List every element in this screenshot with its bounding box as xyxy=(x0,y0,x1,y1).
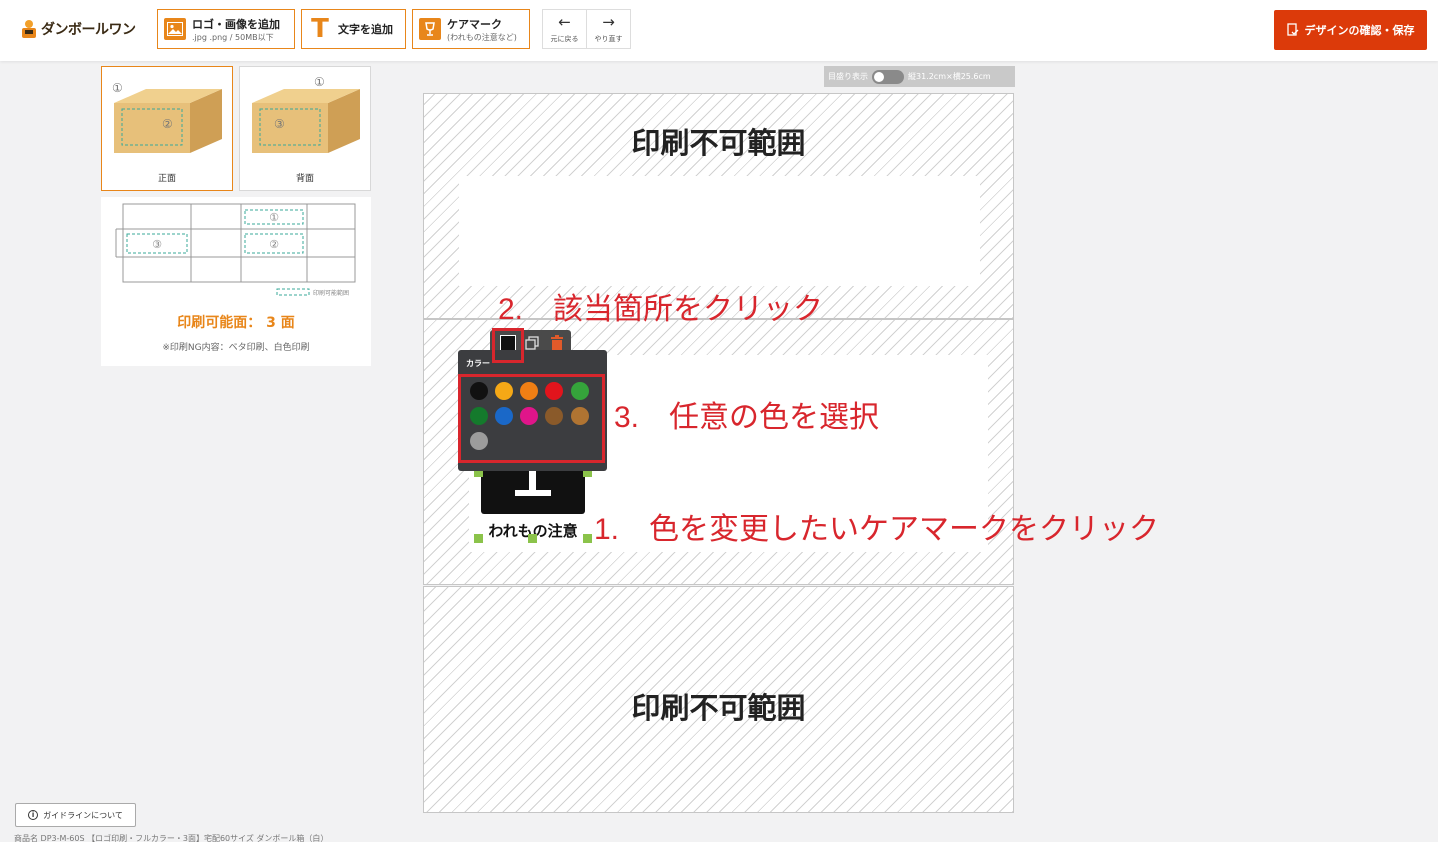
app-header: ダンボールワン ロゴ・画像を追加 .jpg .png / 50MB以下 T 文字… xyxy=(0,0,1438,61)
redo-button[interactable]: → やり直す xyxy=(586,10,630,48)
fragile-icon xyxy=(419,18,441,40)
face-number-2: ② xyxy=(162,117,173,131)
history-controls: ← 元に戻る → やり直す xyxy=(542,9,631,49)
undo-label: 元に戻る xyxy=(550,34,579,43)
guideline-button[interactable]: i ガイドラインについて xyxy=(15,803,136,827)
svg-text:①: ① xyxy=(269,211,279,224)
print-ng-note: ※印刷NG内容：ベタ印刷、白色印刷 xyxy=(162,343,310,353)
face-number-1: ① xyxy=(112,81,123,95)
print-faces-count: 印刷可能面： 3 面 xyxy=(177,315,295,331)
add-image-button[interactable]: ロゴ・画像を追加 .jpg .png / 50MB以下 xyxy=(157,9,295,49)
resize-handle[interactable] xyxy=(474,534,483,543)
canvas-bottom-section: 印刷不可範囲 xyxy=(423,586,1014,813)
dimensions-readout: 縦31.2cm×横25.6cm xyxy=(908,72,991,81)
add-text-label: 文字を追加 xyxy=(338,23,393,36)
brand-logo[interactable]: ダンボールワン xyxy=(20,19,136,39)
add-image-label: ロゴ・画像を追加 xyxy=(192,17,280,31)
box-net-diagram: ① ③ ② xyxy=(115,203,356,296)
text-t-icon: T xyxy=(311,14,329,44)
face-label-front: 正面 xyxy=(157,174,176,184)
face-card-back[interactable]: ① ③ 背面 xyxy=(239,66,371,191)
care-mark-sub: (われもの注意など) xyxy=(447,32,517,42)
product-name: 商品名 DP3-M-60S 【ロゴ印刷・フルカラー・3面】宅配60サイズ ダンボ… xyxy=(14,834,329,842)
redo-label: やり直す xyxy=(594,34,623,43)
undo-button[interactable]: ← 元に戻る xyxy=(543,10,586,48)
guideline-label: ガイドラインについて xyxy=(43,810,123,820)
logo-mascot-icon xyxy=(22,20,36,38)
arrow-left-icon: ← xyxy=(558,12,571,31)
fragile-glass-icon xyxy=(515,465,551,496)
face-number-3: ③ xyxy=(274,117,285,131)
top-print-area[interactable] xyxy=(459,176,980,286)
highlight-color-palette xyxy=(458,374,605,463)
care-mark-plate xyxy=(481,465,585,514)
box-back-illustration xyxy=(252,89,360,153)
face-card-front[interactable]: ① ② 正面 xyxy=(101,66,233,191)
duplicate-icon[interactable] xyxy=(525,336,539,350)
arrow-right-icon: → xyxy=(602,12,615,31)
face-label-back: 背面 xyxy=(295,174,314,184)
brand-name: ダンボールワン xyxy=(41,22,136,38)
step-2-annotation: 2. 該当箇所をクリック xyxy=(498,293,824,326)
care-mark-button[interactable]: ケアマーク (われもの注意など) xyxy=(412,9,530,49)
face-number-1: ① xyxy=(314,75,325,89)
ruler-label: 目盛り表示 xyxy=(828,72,868,81)
document-check-icon xyxy=(1286,23,1298,36)
add-text-button[interactable]: T 文字を追加 xyxy=(301,9,406,49)
step-1-annotation: 1. 色を変更したいケアマークをクリック xyxy=(594,513,1160,546)
trash-icon[interactable] xyxy=(550,335,564,351)
save-label: デザインの確認・保存 xyxy=(1304,24,1415,37)
no-print-title-bottom: 印刷不可範囲 xyxy=(631,691,806,725)
box-net-panel: ① ③ ② 印刷可能範囲 印刷可能面： 3 面 ※印刷NG内容：ベタ印刷、白色印… xyxy=(101,197,371,366)
step-3-annotation: 3. 任意の色を選択 xyxy=(614,401,880,434)
resize-handle[interactable] xyxy=(528,534,537,543)
image-icon xyxy=(164,18,186,40)
add-image-sub: .jpg .png / 50MB以下 xyxy=(192,32,274,42)
legend-print-area: 印刷可能範囲 xyxy=(313,290,350,297)
svg-text:③: ③ xyxy=(152,238,162,251)
care-mark-label: ケアマーク xyxy=(447,17,502,31)
resize-handle[interactable] xyxy=(583,534,592,543)
palette-title: カラー xyxy=(466,359,490,368)
info-icon: i xyxy=(28,810,39,820)
highlight-color-button xyxy=(492,328,524,363)
confirm-save-button[interactable]: デザインの確認・保存 xyxy=(1274,10,1427,50)
ruler-bar: 目盛り表示 縦31.2cm×横25.6cm xyxy=(824,66,1015,87)
svg-text:②: ② xyxy=(269,238,279,251)
no-print-title-top: 印刷不可範囲 xyxy=(631,126,806,160)
ruler-toggle[interactable] xyxy=(872,69,904,84)
